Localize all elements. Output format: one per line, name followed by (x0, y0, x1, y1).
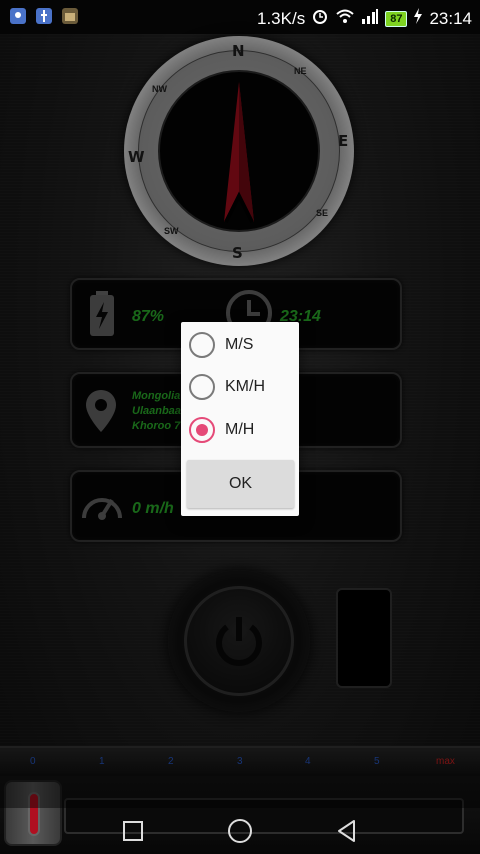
location-pin-icon (10, 8, 26, 24)
unit-option-ms[interactable]: M/S (189, 328, 293, 362)
ok-button[interactable]: OK (187, 460, 294, 508)
unit-option-mh[interactable]: M/H (189, 413, 293, 447)
signal-icon (361, 8, 379, 29)
circle-icon (228, 819, 252, 843)
unit-option-kmh[interactable]: KM/H (189, 370, 293, 404)
home-button[interactable] (225, 816, 255, 846)
battery-indicator: 87 (385, 10, 408, 27)
speed-unit-dialog: M/S KM/H M/H OK (181, 322, 299, 516)
radio-button-selected[interactable] (189, 417, 215, 443)
back-triangle-icon (338, 820, 355, 842)
radio-button[interactable] (189, 332, 215, 358)
status-time: 23:14 (429, 8, 472, 28)
square-icon (123, 821, 143, 841)
charging-icon (413, 8, 423, 29)
radio-button[interactable] (189, 374, 215, 400)
back-button[interactable] (332, 816, 362, 846)
status-bar: 1.3K/s 87 23:14 (0, 0, 480, 34)
alarm-icon (311, 7, 329, 30)
unit-option-label: M/S (225, 336, 254, 353)
recent-apps-button[interactable] (118, 816, 148, 846)
unit-option-label: KM/H (225, 378, 265, 395)
wifi-icon (335, 8, 355, 29)
usb-icon (36, 8, 52, 24)
app-notification-icon (62, 8, 78, 24)
network-speed: 1.3K/s (257, 8, 306, 28)
navigation-bar (0, 808, 480, 854)
unit-option-label: M/H (225, 421, 255, 438)
